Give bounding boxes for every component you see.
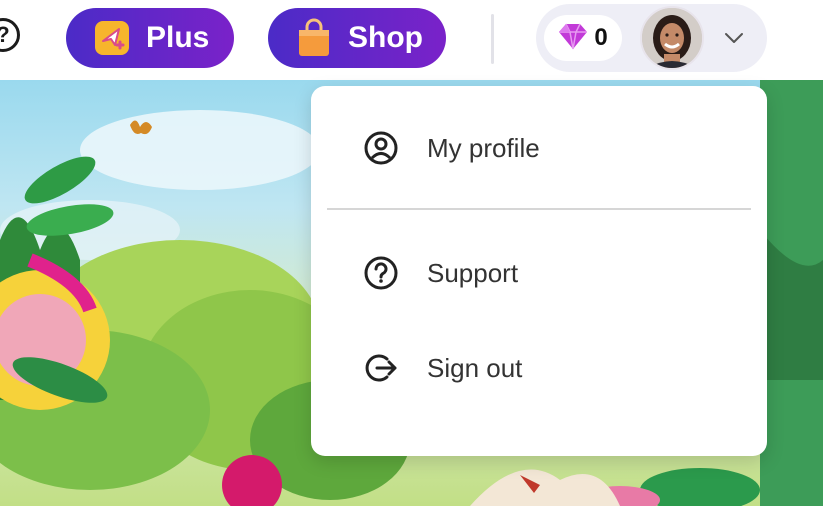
chevron-down-icon[interactable] [722,26,746,50]
menu-divider [327,208,751,210]
menu-item-label: Sign out [427,352,523,383]
shop-button[interactable]: Shop [268,8,446,68]
shop-label: Shop [348,21,423,54]
plus-label: Plus [146,21,210,54]
menu-item-support[interactable]: Support [311,238,767,308]
plus-badge-icon [92,18,132,58]
account-dropdown-menu: My profile Support Sign out [311,86,767,456]
avatar[interactable] [640,6,704,70]
shopping-bag-icon [294,18,334,58]
question-circle-icon [363,255,399,291]
account-area[interactable]: 0 [536,4,767,72]
plus-button[interactable]: Plus [66,8,234,68]
user-circle-icon [363,130,399,166]
help-icon[interactable]: ? [0,18,20,52]
menu-item-label: My profile [427,132,540,163]
gem-count: 0 [594,24,608,51]
sign-out-icon [363,350,399,386]
menu-item-my-profile[interactable]: My profile [311,113,767,183]
top-bar: ? Plus Shop [0,0,823,80]
menu-item-sign-out[interactable]: Sign out [311,333,767,403]
header-divider [491,14,494,64]
menu-item-label: Support [427,257,519,288]
gem-balance[interactable]: 0 [544,15,622,61]
gem-icon [558,22,588,55]
